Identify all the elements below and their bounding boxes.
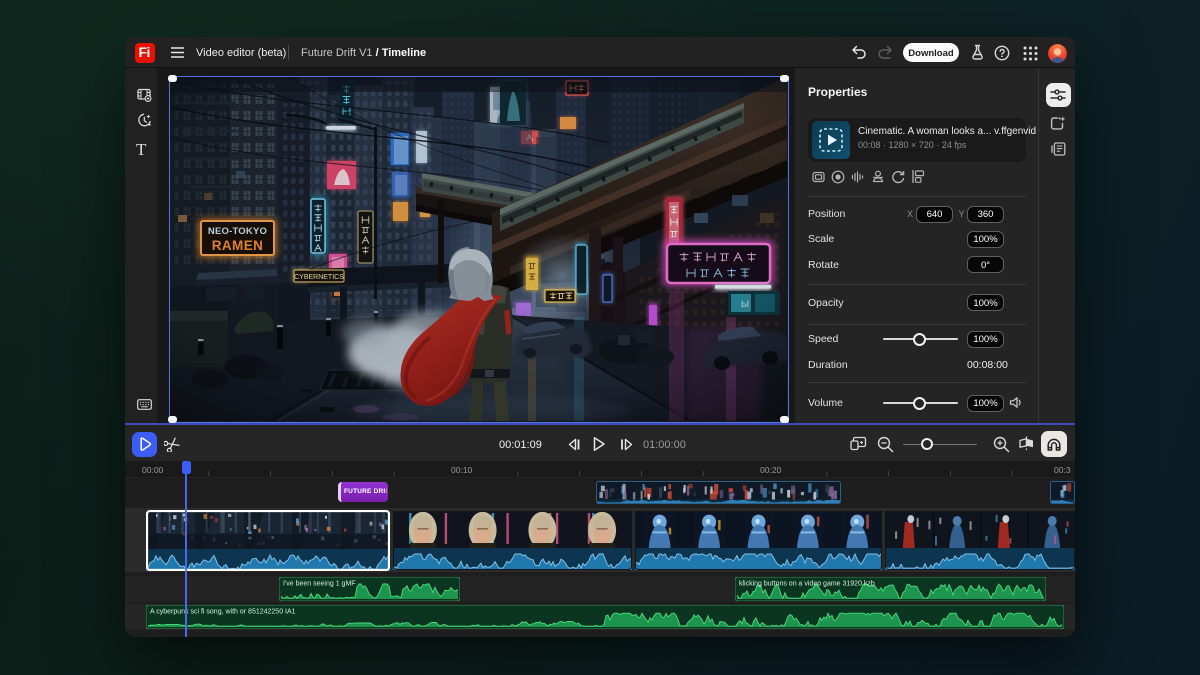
svg-text:klicking buttons on a video ga: klicking buttons on a video game 31920 k… [739,581,875,588]
svg-text:I've been seeing 1 gMF: I've been seeing 1 gMF [283,581,356,588]
svg-text:A cyberpunk sci fi song, with: A cyberpunk sci fi song, with or 8512422… [150,609,296,616]
